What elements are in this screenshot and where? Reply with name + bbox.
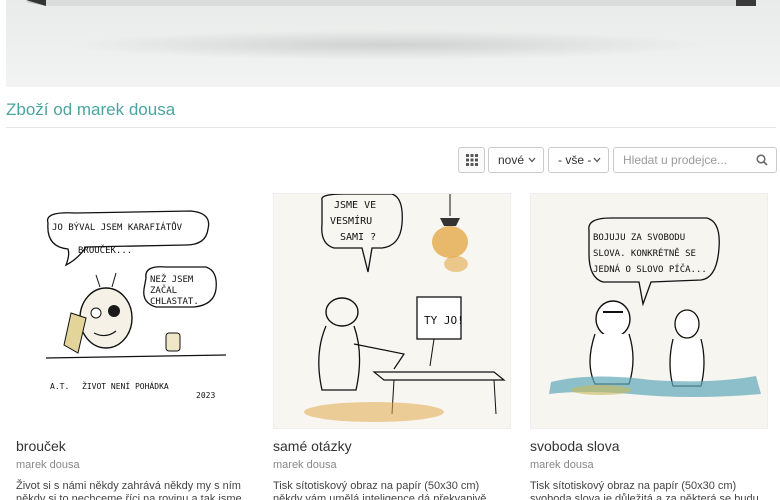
speech-text: JEDNÁ O SLOVO PÍČA... [593,263,707,275]
sort-select[interactable]: nové [488,147,544,173]
search-input[interactable] [614,148,744,172]
product-description: Tisk sítotiskový obraz na papír (50x30 c… [273,480,487,500]
product-description: Tisk sítotiskový obraz na papír (50x30 c… [530,480,759,500]
product-author[interactable]: marek dousa [16,459,80,471]
divider [6,127,776,128]
speech-text: BROUČEK... [78,244,132,256]
product-image[interactable]: JO BÝVAL JSEM KARAFIÁTŮV BROUČEK... NEŽ … [16,193,254,429]
speech-text: JSME VE [334,200,376,211]
filter-select-value: - vše - [558,153,592,167]
product-author[interactable]: marek dousa [273,459,337,471]
product-card[interactable]: BOJUJU ZA SVOBODU SLOVA. KONKRÉTNĚ SE JE… [530,193,768,500]
product-image[interactable]: BOJUJU ZA SVOBODU SLOVA. KONKRÉTNĚ SE JE… [530,193,768,429]
speech-text: CHLASTAT. [150,297,199,307]
chevron-down-icon [528,157,536,163]
speech-text: VESMÍRU [330,214,372,227]
speech-text: NEŽ JSEM [150,273,194,285]
screen-text: TY JO! [424,314,464,327]
speech-text: JO BÝVAL JSEM KARAFIÁTŮV [52,221,183,233]
search-icon[interactable] [756,154,768,166]
art-signature: A.T. [50,382,69,391]
speech-text: SLOVA. KONKRÉTNĚ SE [593,247,696,259]
hero-banner-image [6,0,780,87]
search-box [613,147,777,173]
product-title[interactable]: brouček [16,438,66,454]
sort-select-value: nové [498,153,525,167]
art-year: 2023 [196,391,215,400]
grid-icon [465,154,478,166]
filter-select[interactable]: - vše - [548,147,609,173]
product-card[interactable]: JO BÝVAL JSEM KARAFIÁTŮV BROUČEK... NEŽ … [16,193,254,500]
grid-view-button[interactable] [458,147,485,173]
speech-text: BOJUJU ZA SVOBODU [593,233,685,243]
product-title[interactable]: samé otázky [273,438,352,454]
product-card[interactable]: JSME VE VESMÍRU SAMI ? TY JO! samé otázk… [273,193,511,500]
speech-text: ZAČAL [150,284,177,296]
section-title: Zboží od marek dousa [6,100,176,119]
speech-text: SAMI ? [340,232,376,243]
chevron-down-icon [593,157,601,163]
product-description: Život si s námi někdy zahrává někdy my s… [16,480,242,500]
art-caption: ŽIVOT NENÍ POHÁDKA [82,380,169,391]
product-author[interactable]: marek dousa [530,459,594,471]
product-image[interactable]: JSME VE VESMÍRU SAMI ? TY JO! [273,193,511,429]
product-title[interactable]: svoboda slova [530,438,620,454]
